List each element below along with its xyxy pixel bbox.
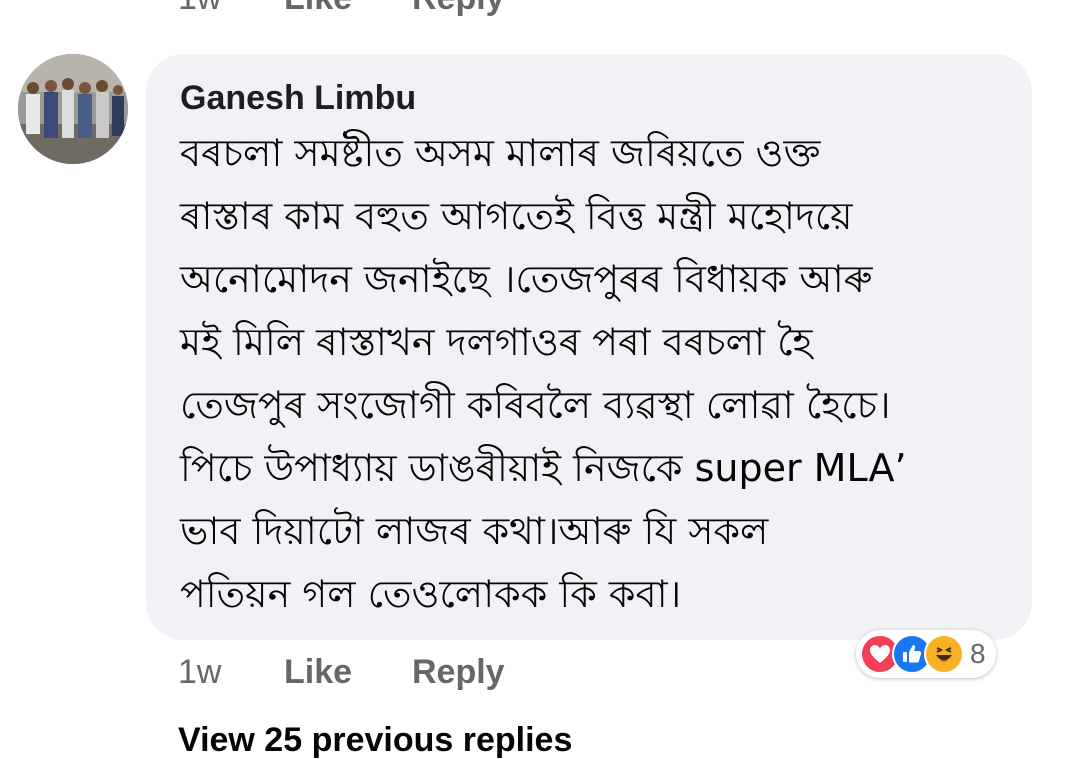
comment-line: ৰাস্তাৰ কাম বহুত আগতেই বিত্ত মন্ত্ৰী মহো…: [180, 194, 853, 238]
comment-actions: 1w Like Reply: [178, 650, 505, 694]
comment-line: তেজপুৰ সংজোগী কৰিবলৈ ব্যৱস্থা লোৱা হৈচে।: [180, 383, 891, 427]
comment-text: বৰচলা সমষ্টীত অসম মালাৰ জৰিয়তে ওক্ত ৰাস…: [180, 122, 998, 626]
comment-line: বৰচলা সমষ্টীত অসম মালাৰ জৰিয়তে ওক্ত: [180, 131, 821, 175]
avatar[interactable]: [18, 54, 128, 164]
comment-line: ভাব দিয়াটো লাজৰ কথা।আৰু যি সকল: [180, 509, 769, 553]
reply-button[interactable]: Reply: [412, 653, 505, 692]
previous-comment-timestamp[interactable]: 1w: [178, 0, 284, 18]
previous-like-button[interactable]: Like: [284, 0, 412, 18]
comment-timestamp[interactable]: 1w: [178, 653, 284, 692]
reactions-summary[interactable]: 8: [856, 630, 996, 678]
view-previous-replies-link[interactable]: View 25 previous replies: [178, 718, 572, 759]
comment-author[interactable]: Ganesh Limbu: [180, 76, 998, 120]
previous-reply-button[interactable]: Reply: [412, 0, 505, 18]
comment-line: অনোমোদন জনাইছে ।তেজপুৰৰ বিধায়ক আৰু: [180, 257, 873, 301]
comment-line: পতিয়ন গল তেওলোকক কি কবা।: [180, 572, 682, 616]
like-button[interactable]: Like: [284, 653, 412, 692]
comment-line: পিচে উপাধ্যায় ডাঙৰীয়াই নিজকে super MLA…: [180, 446, 907, 490]
comment-thread: 1w Like Reply Ganesh Limbu বৰচলা সমষ্টীত…: [0, 0, 1068, 759]
comment-bubble: Ganesh Limbu বৰচলা সমষ্টীত অসম মালাৰ জৰি…: [146, 54, 1032, 640]
haha-icon: [924, 634, 964, 674]
reaction-count: 8: [970, 638, 986, 669]
comment-line: মই মিলি ৰাস্তাখন দলগাওৰ পৰা বৰচলা হৈ: [180, 320, 813, 364]
previous-comment-actions: 1w Like Reply: [178, 0, 505, 18]
